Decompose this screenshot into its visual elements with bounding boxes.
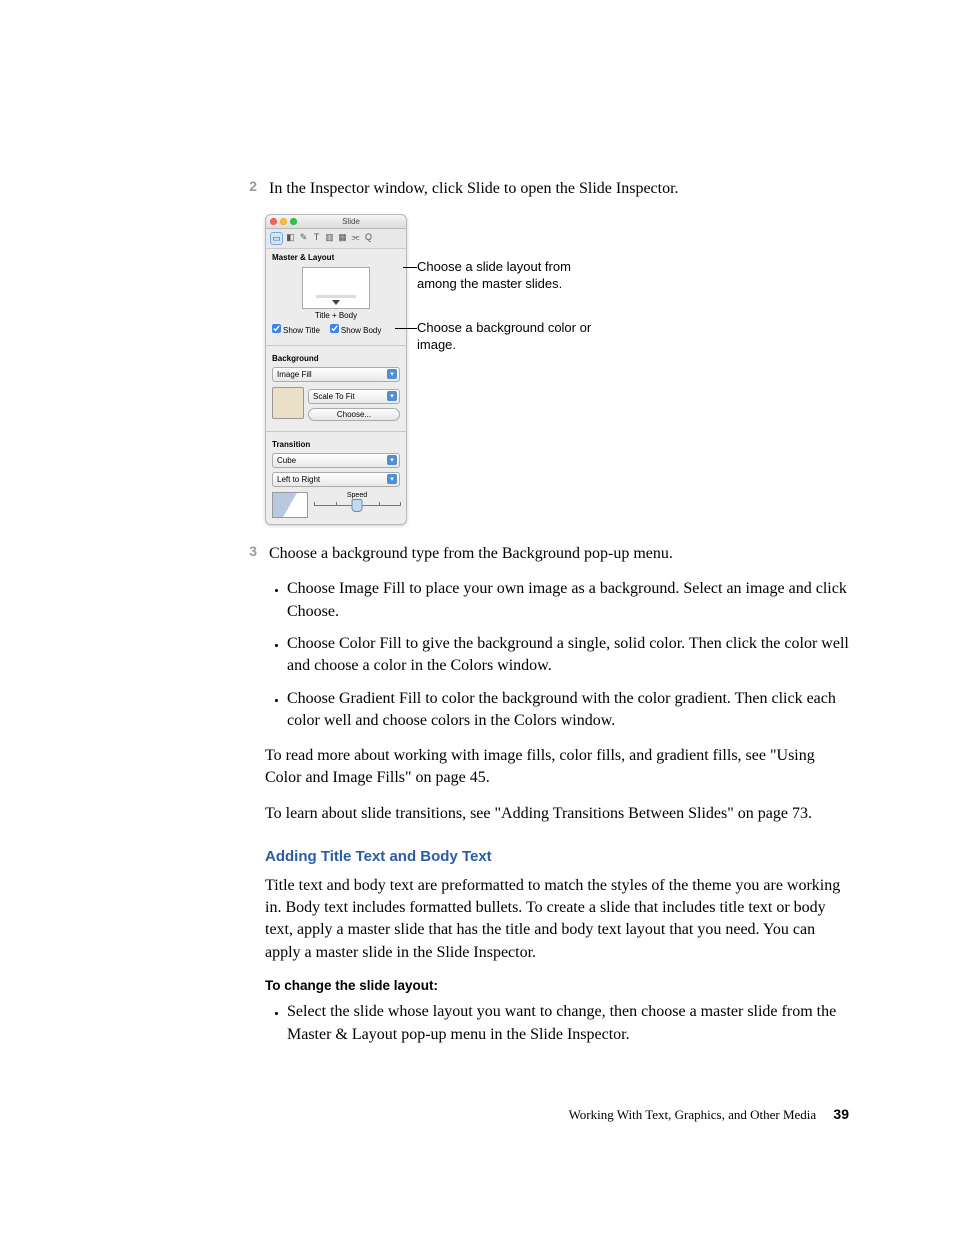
change-layout-step: Select the slide whose layout you want t…	[287, 1001, 849, 1046]
background-scale-select[interactable]: Scale To Fit ▾	[308, 389, 400, 404]
bullet-color-fill: Choose Color Fill to give the background…	[287, 633, 849, 678]
page-footer: Working With Text, Graphics, and Other M…	[569, 1106, 849, 1123]
theme-tab-icon[interactable]: ◧	[285, 232, 296, 243]
background-image-well[interactable]	[272, 387, 304, 419]
select-arrows-icon: ▾	[387, 391, 397, 401]
background-type-value: Image Fill	[277, 370, 312, 379]
see-also-transitions: To learn about slide transitions, see "A…	[265, 803, 849, 825]
bullet-gradient-fill: Choose Gradient Fill to color the backgr…	[287, 688, 849, 733]
inspector-tab-toolbar: ▭ ◧ ✎ T ▥ ▦ ⫘ Q	[266, 229, 406, 249]
background-panel: Image Fill ▾ Scale To Fit ▾ Choose...	[266, 367, 406, 427]
master-slide-preview[interactable]	[302, 267, 370, 309]
page-number: 39	[833, 1106, 849, 1122]
figure-callouts: Choose a slide layout from among the mas…	[417, 214, 597, 354]
close-icon	[270, 218, 277, 225]
callout-master-layout: Choose a slide layout from among the mas…	[417, 258, 597, 293]
step-3-text: Choose a background type from the Backgr…	[269, 543, 673, 565]
graphic-tab-icon[interactable]: ✎	[298, 232, 309, 243]
minimize-icon	[280, 218, 287, 225]
inspector-figure: Slide ▭ ◧ ✎ T ▥ ▦ ⫘ Q Master & Layout Ti…	[265, 214, 849, 525]
to-change-layout-heading: To change the slide layout:	[265, 978, 849, 993]
window-titlebar: Slide	[266, 215, 406, 229]
select-arrows-icon: ▾	[387, 455, 397, 465]
table-tab-icon[interactable]: ▦	[337, 232, 348, 243]
master-slide-name: Title + Body	[272, 311, 400, 320]
window-title: Slide	[300, 217, 402, 226]
transition-type-value: Cube	[277, 456, 296, 465]
metrics-tab-icon[interactable]: ▥	[324, 232, 335, 243]
select-arrows-icon: ▾	[387, 369, 397, 379]
choose-image-button[interactable]: Choose...	[308, 408, 400, 421]
change-layout-bullets: Select the slide whose layout you want t…	[265, 1001, 849, 1046]
step-3-number: 3	[235, 543, 257, 559]
select-arrows-icon: ▾	[387, 474, 397, 484]
media-tab-icon[interactable]: Q	[363, 232, 374, 243]
bullet-image-fill: Choose Image Fill to place your own imag…	[287, 578, 849, 623]
master-layout-label: Master & Layout	[266, 249, 406, 264]
transition-preview	[272, 492, 308, 518]
see-also-fills: To read more about working with image fi…	[265, 745, 849, 790]
background-label: Background	[266, 350, 406, 365]
subhead-title-body: Adding Title Text and Body Text	[265, 848, 849, 865]
speed-label: Speed	[314, 492, 400, 499]
show-body-checkbox[interactable]: Show Body	[330, 324, 381, 335]
background-type-select[interactable]: Image Fill ▾	[272, 367, 400, 382]
step-2-number: 2	[235, 178, 257, 194]
transition-panel: Cube ▾ Left to Right ▾ Speed	[266, 453, 406, 524]
footer-chapter: Working With Text, Graphics, and Other M…	[569, 1107, 817, 1122]
background-scale-value: Scale To Fit	[313, 392, 355, 401]
transition-label: Transition	[266, 436, 406, 451]
transition-type-select[interactable]: Cube ▾	[272, 453, 400, 468]
step-3: 3 Choose a background type from the Back…	[265, 543, 849, 565]
speed-slider-area: Speed	[314, 492, 400, 518]
title-body-paragraph: Title text and body text are preformatte…	[265, 875, 849, 965]
step-2-text: In the Inspector window, click Slide to …	[269, 178, 679, 200]
chart-tab-icon[interactable]: ⫘	[350, 232, 361, 243]
transition-direction-select[interactable]: Left to Right ▾	[272, 472, 400, 487]
text-tab-icon[interactable]: T	[311, 232, 322, 243]
show-options: Show Title Show Body	[272, 324, 400, 335]
slide-inspector-window: Slide ▭ ◧ ✎ T ▥ ▦ ⫘ Q Master & Layout Ti…	[265, 214, 407, 525]
callout-background: Choose a background color or image.	[417, 319, 597, 354]
slide-tab-icon[interactable]: ▭	[270, 232, 283, 245]
transition-direction-value: Left to Right	[277, 475, 320, 484]
master-layout-panel: Title + Body Show Title Show Body	[266, 267, 406, 341]
show-title-checkbox[interactable]: Show Title	[272, 324, 320, 335]
zoom-icon	[290, 218, 297, 225]
speed-slider[interactable]	[314, 501, 400, 509]
step-2: 2 In the Inspector window, click Slide t…	[265, 178, 849, 200]
step-3-bullets: Choose Image Fill to place your own imag…	[265, 578, 849, 732]
page: 2 In the Inspector window, click Slide t…	[0, 0, 954, 1235]
chevron-down-icon	[332, 300, 340, 305]
